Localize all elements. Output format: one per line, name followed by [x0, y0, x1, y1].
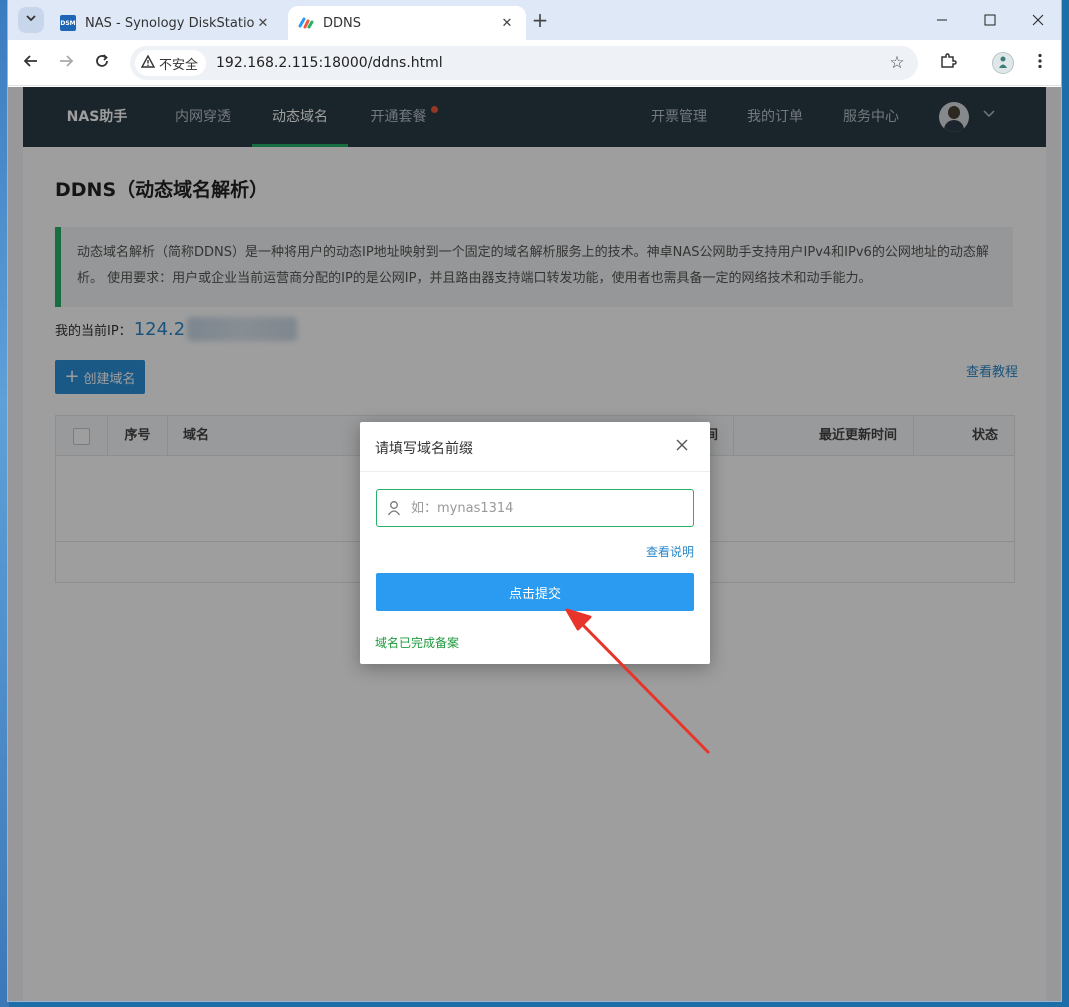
security-label: 不安全	[159, 54, 198, 73]
tab-title: NAS - Synology DiskStation	[85, 16, 254, 31]
submit-button[interactable]: 点击提交	[376, 573, 694, 611]
close-window-button[interactable]	[1014, 0, 1061, 40]
url-text[interactable]: 192.168.2.115:18000/ddns.html	[216, 55, 443, 71]
tab-search-button[interactable]	[18, 7, 44, 33]
puzzle-icon	[939, 52, 957, 74]
domain-prefix-dialog: 请填写域名前缀 查看说明 点击提交 域名已完成备案	[360, 422, 710, 664]
tab-strip: DSM NAS - Synology DiskStation ✕ DDNS ✕ …	[8, 0, 1061, 40]
dialog-header: 请填写域名前缀	[360, 422, 710, 472]
close-icon[interactable]	[676, 436, 688, 456]
back-arrow-icon	[23, 53, 39, 73]
user-icon	[377, 500, 411, 516]
browser-toolbar: 不安全 192.168.2.115:18000/ddns.html ☆	[8, 40, 1061, 86]
tab-ddns[interactable]: DDNS ✕	[288, 6, 526, 40]
close-icon[interactable]: ✕	[498, 14, 516, 32]
tab-title: DDNS	[323, 16, 498, 31]
prefix-input-wrapper[interactable]	[376, 489, 694, 527]
close-icon[interactable]: ✕	[254, 14, 272, 32]
browser-window: DSM NAS - Synology DiskStation ✕ DDNS ✕ …	[8, 0, 1061, 1001]
reload-button[interactable]	[88, 49, 116, 77]
tab-synology[interactable]: DSM NAS - Synology DiskStation ✕	[50, 6, 282, 40]
back-button[interactable]	[17, 49, 45, 77]
security-chip[interactable]: 不安全	[135, 50, 206, 76]
browser-menu-button[interactable]	[1026, 49, 1054, 77]
domain-prefix-input[interactable]	[411, 491, 693, 525]
forward-arrow-icon	[58, 53, 74, 73]
kebab-menu-icon	[1038, 53, 1042, 73]
profile-icon	[996, 55, 1010, 72]
forward-button[interactable]	[52, 49, 80, 77]
bookmark-star-icon[interactable]: ☆	[884, 50, 910, 76]
dialog-title: 请填写域名前缀	[375, 438, 473, 458]
warning-icon	[141, 55, 155, 72]
new-tab-button[interactable]: +	[528, 8, 552, 32]
extensions-button[interactable]	[934, 49, 962, 77]
reload-icon	[94, 53, 110, 73]
dsm-favicon-icon: DSM	[60, 15, 76, 31]
chevron-down-icon	[25, 12, 37, 28]
ddns-favicon-icon	[298, 15, 314, 31]
address-bar[interactable]: 不安全 192.168.2.115:18000/ddns.html ☆	[130, 46, 918, 80]
maximize-button[interactable]	[966, 0, 1014, 40]
profile-avatar[interactable]	[992, 52, 1014, 74]
minimize-button[interactable]	[918, 0, 966, 40]
icp-status-text: 域名已完成备案	[375, 634, 459, 651]
view-instructions-link[interactable]: 查看说明	[646, 543, 694, 560]
